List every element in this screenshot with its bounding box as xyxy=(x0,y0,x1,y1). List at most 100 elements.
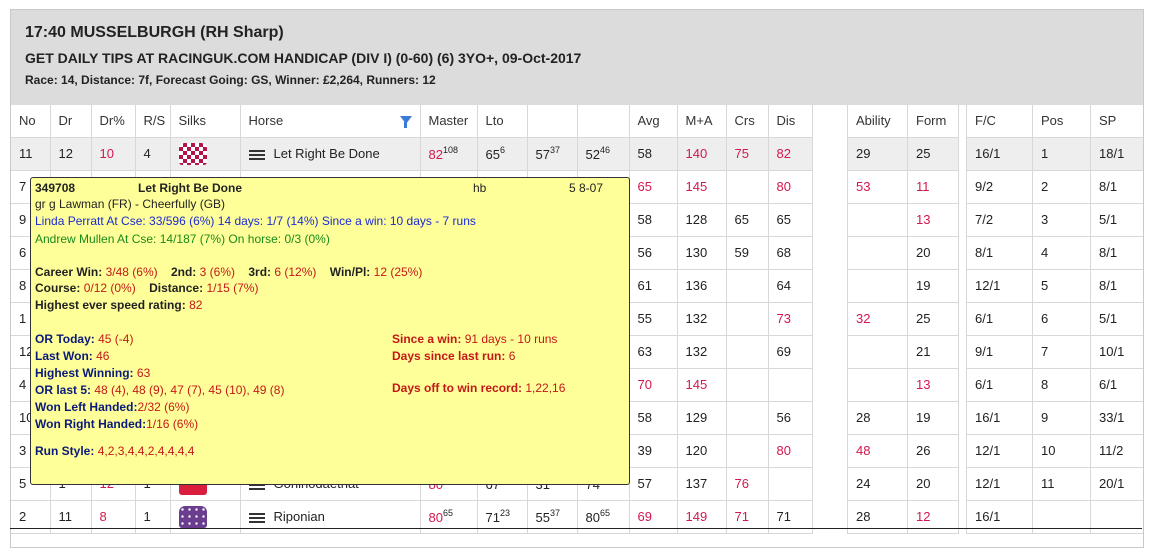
result-row[interactable]: 12/1 10 11/2 xyxy=(966,434,1143,468)
col-master[interactable]: Master xyxy=(420,105,478,138)
ability-row[interactable]: 24 20 xyxy=(847,467,959,501)
result-row[interactable]: 9/2 2 8/1 xyxy=(966,170,1143,204)
ability-row[interactable]: 48 26 xyxy=(847,434,959,468)
horse-name: Let Right Be Done xyxy=(273,146,380,161)
cell-form: 26 xyxy=(907,434,959,468)
table-row[interactable]: 11 12 10 4 Let Right Be Done 82108 656 5737 5246… xyxy=(11,137,813,171)
cell-fc: 6/1 xyxy=(966,368,1033,402)
ability-row[interactable]: 29 25 xyxy=(847,137,959,171)
menu-icon[interactable] xyxy=(248,512,265,523)
result-row[interactable]: 12/1 11 20/1 xyxy=(966,467,1143,501)
draw: 11 xyxy=(58,509,73,524)
ability-row[interactable]: 13 xyxy=(847,368,959,402)
run4-rating: 80 xyxy=(585,510,600,525)
forecast-odds: 9/1 xyxy=(975,344,994,359)
cell-sp: 10/1 xyxy=(1090,335,1143,369)
col-run4[interactable] xyxy=(577,105,630,138)
finish-position: 3 xyxy=(1041,212,1049,227)
cell-crs: 65 xyxy=(726,203,769,237)
col-silks[interactable]: Silks xyxy=(170,105,241,138)
cell-ma: 136 xyxy=(677,269,727,303)
ability-row[interactable]: 20 xyxy=(847,236,959,270)
cell-ability xyxy=(847,203,908,237)
starting-price: 20/1 xyxy=(1099,476,1125,491)
avg-rating: 69 xyxy=(637,509,652,524)
cell-sp: 18/1 xyxy=(1090,137,1143,171)
cell-dis: 80 xyxy=(768,434,813,468)
cell-ability xyxy=(847,269,908,303)
distance-rating: 71 xyxy=(776,509,791,524)
cell-form: 11 xyxy=(907,170,959,204)
result-row[interactable]: 9/1 7 10/1 xyxy=(966,335,1143,369)
col-rs[interactable]: R/S xyxy=(135,105,171,138)
col-drpct[interactable]: Dr% xyxy=(91,105,136,138)
col-no[interactable]: No xyxy=(11,105,51,138)
distance-label: Distance: xyxy=(149,281,204,295)
col-pos[interactable]: Pos xyxy=(1032,105,1091,138)
starting-price: 18/1 xyxy=(1099,146,1125,161)
result-row[interactable]: 7/2 3 5/1 xyxy=(966,203,1143,237)
col-ma[interactable]: M+A xyxy=(677,105,727,138)
finish-position: 1 xyxy=(1041,146,1049,161)
result-row[interactable]: 8/1 4 8/1 xyxy=(966,236,1143,270)
cell-ability xyxy=(847,236,908,270)
cell-pos: 5 xyxy=(1032,269,1091,303)
col-fc[interactable]: F/C xyxy=(966,105,1033,138)
menu-icon[interactable] xyxy=(248,149,265,160)
col-lto[interactable]: Lto xyxy=(477,105,528,138)
cell-crs: 59 xyxy=(726,236,769,270)
jockey-silks-icon xyxy=(178,505,207,528)
tooltip-trainer: Linda Perratt At Cse: 33/596 (6%) 14 day… xyxy=(35,214,476,228)
ability-row[interactable]: 13 xyxy=(847,203,959,237)
forecast-odds: 8/1 xyxy=(975,245,994,260)
cell-avg: 39 xyxy=(629,434,678,468)
col-ability[interactable]: Ability xyxy=(847,105,908,138)
ability-row[interactable]: 28 19 xyxy=(847,401,959,435)
cell-ma: 140 xyxy=(677,137,727,171)
run-style: 1 xyxy=(143,509,151,524)
cell-dis: 73 xyxy=(768,302,813,336)
col-avg[interactable]: Avg xyxy=(629,105,678,138)
col-run3[interactable] xyxy=(527,105,578,138)
ability-row[interactable]: 19 xyxy=(847,269,959,303)
runner-number: 1 xyxy=(19,311,27,326)
result-row[interactable]: 16/1 1 18/1 xyxy=(966,137,1143,171)
tooltip-id: 349708 xyxy=(35,181,76,195)
cell-ma: 145 xyxy=(677,170,727,204)
result-row[interactable]: 16/1 9 33/1 xyxy=(966,401,1143,435)
ability-row[interactable]: 21 xyxy=(847,335,959,369)
cell-ma: 120 xyxy=(677,434,727,468)
or-last5-value: 48 (4), 48 (9), 47 (7), 45 (10), 49 (8) xyxy=(94,383,285,397)
col-crs[interactable]: Crs xyxy=(726,105,769,138)
col-horse[interactable]: Horse xyxy=(240,105,421,138)
avg-rating: 70 xyxy=(637,377,652,392)
cell-sp: 33/1 xyxy=(1090,401,1143,435)
col-dis[interactable]: Dis xyxy=(768,105,813,138)
avg-rating: 65 xyxy=(637,179,652,194)
result-table: F/C Pos SP 16/1 1 18/1 9/2 2 8/1 7/2 3 5/1 8/1 4 8/… xyxy=(966,105,1143,534)
tooltip-breeding: gr g Lawman (FR) - Cheerfully (GB) xyxy=(35,197,226,211)
result-row[interactable]: 12/1 5 8/1 xyxy=(966,269,1143,303)
ma-rating: 132 xyxy=(685,311,708,326)
starting-price: 5/1 xyxy=(1099,311,1118,326)
col-sp[interactable]: SP xyxy=(1090,105,1143,138)
avg-rating: 58 xyxy=(637,410,652,425)
ability-row[interactable]: 32 25 xyxy=(847,302,959,336)
ability-row[interactable]: 53 11 xyxy=(847,170,959,204)
col-dr[interactable]: Dr xyxy=(50,105,92,138)
filter-icon[interactable] xyxy=(399,116,412,128)
col-form[interactable]: Form xyxy=(907,105,959,138)
form-rating: 13 xyxy=(916,377,931,392)
cell-pos: 4 xyxy=(1032,236,1091,270)
result-row[interactable]: 6/1 8 6/1 xyxy=(966,368,1143,402)
jockey-silks-icon xyxy=(178,142,207,165)
cell-no: 11 xyxy=(11,137,51,171)
course-rating: 75 xyxy=(734,146,749,161)
cell-dis: 69 xyxy=(768,335,813,369)
finish-position: 6 xyxy=(1041,311,1049,326)
course-value: 0/12 (0%) xyxy=(83,281,136,295)
tooltip-won-right: Won Right Handed:1/16 (6%) xyxy=(35,417,198,431)
tooltip-days-since: Days since last run: 6 xyxy=(392,349,515,363)
tooltip-since-win: Since a win: 91 days - 10 runs xyxy=(392,332,557,346)
result-row[interactable]: 6/1 6 5/1 xyxy=(966,302,1143,336)
